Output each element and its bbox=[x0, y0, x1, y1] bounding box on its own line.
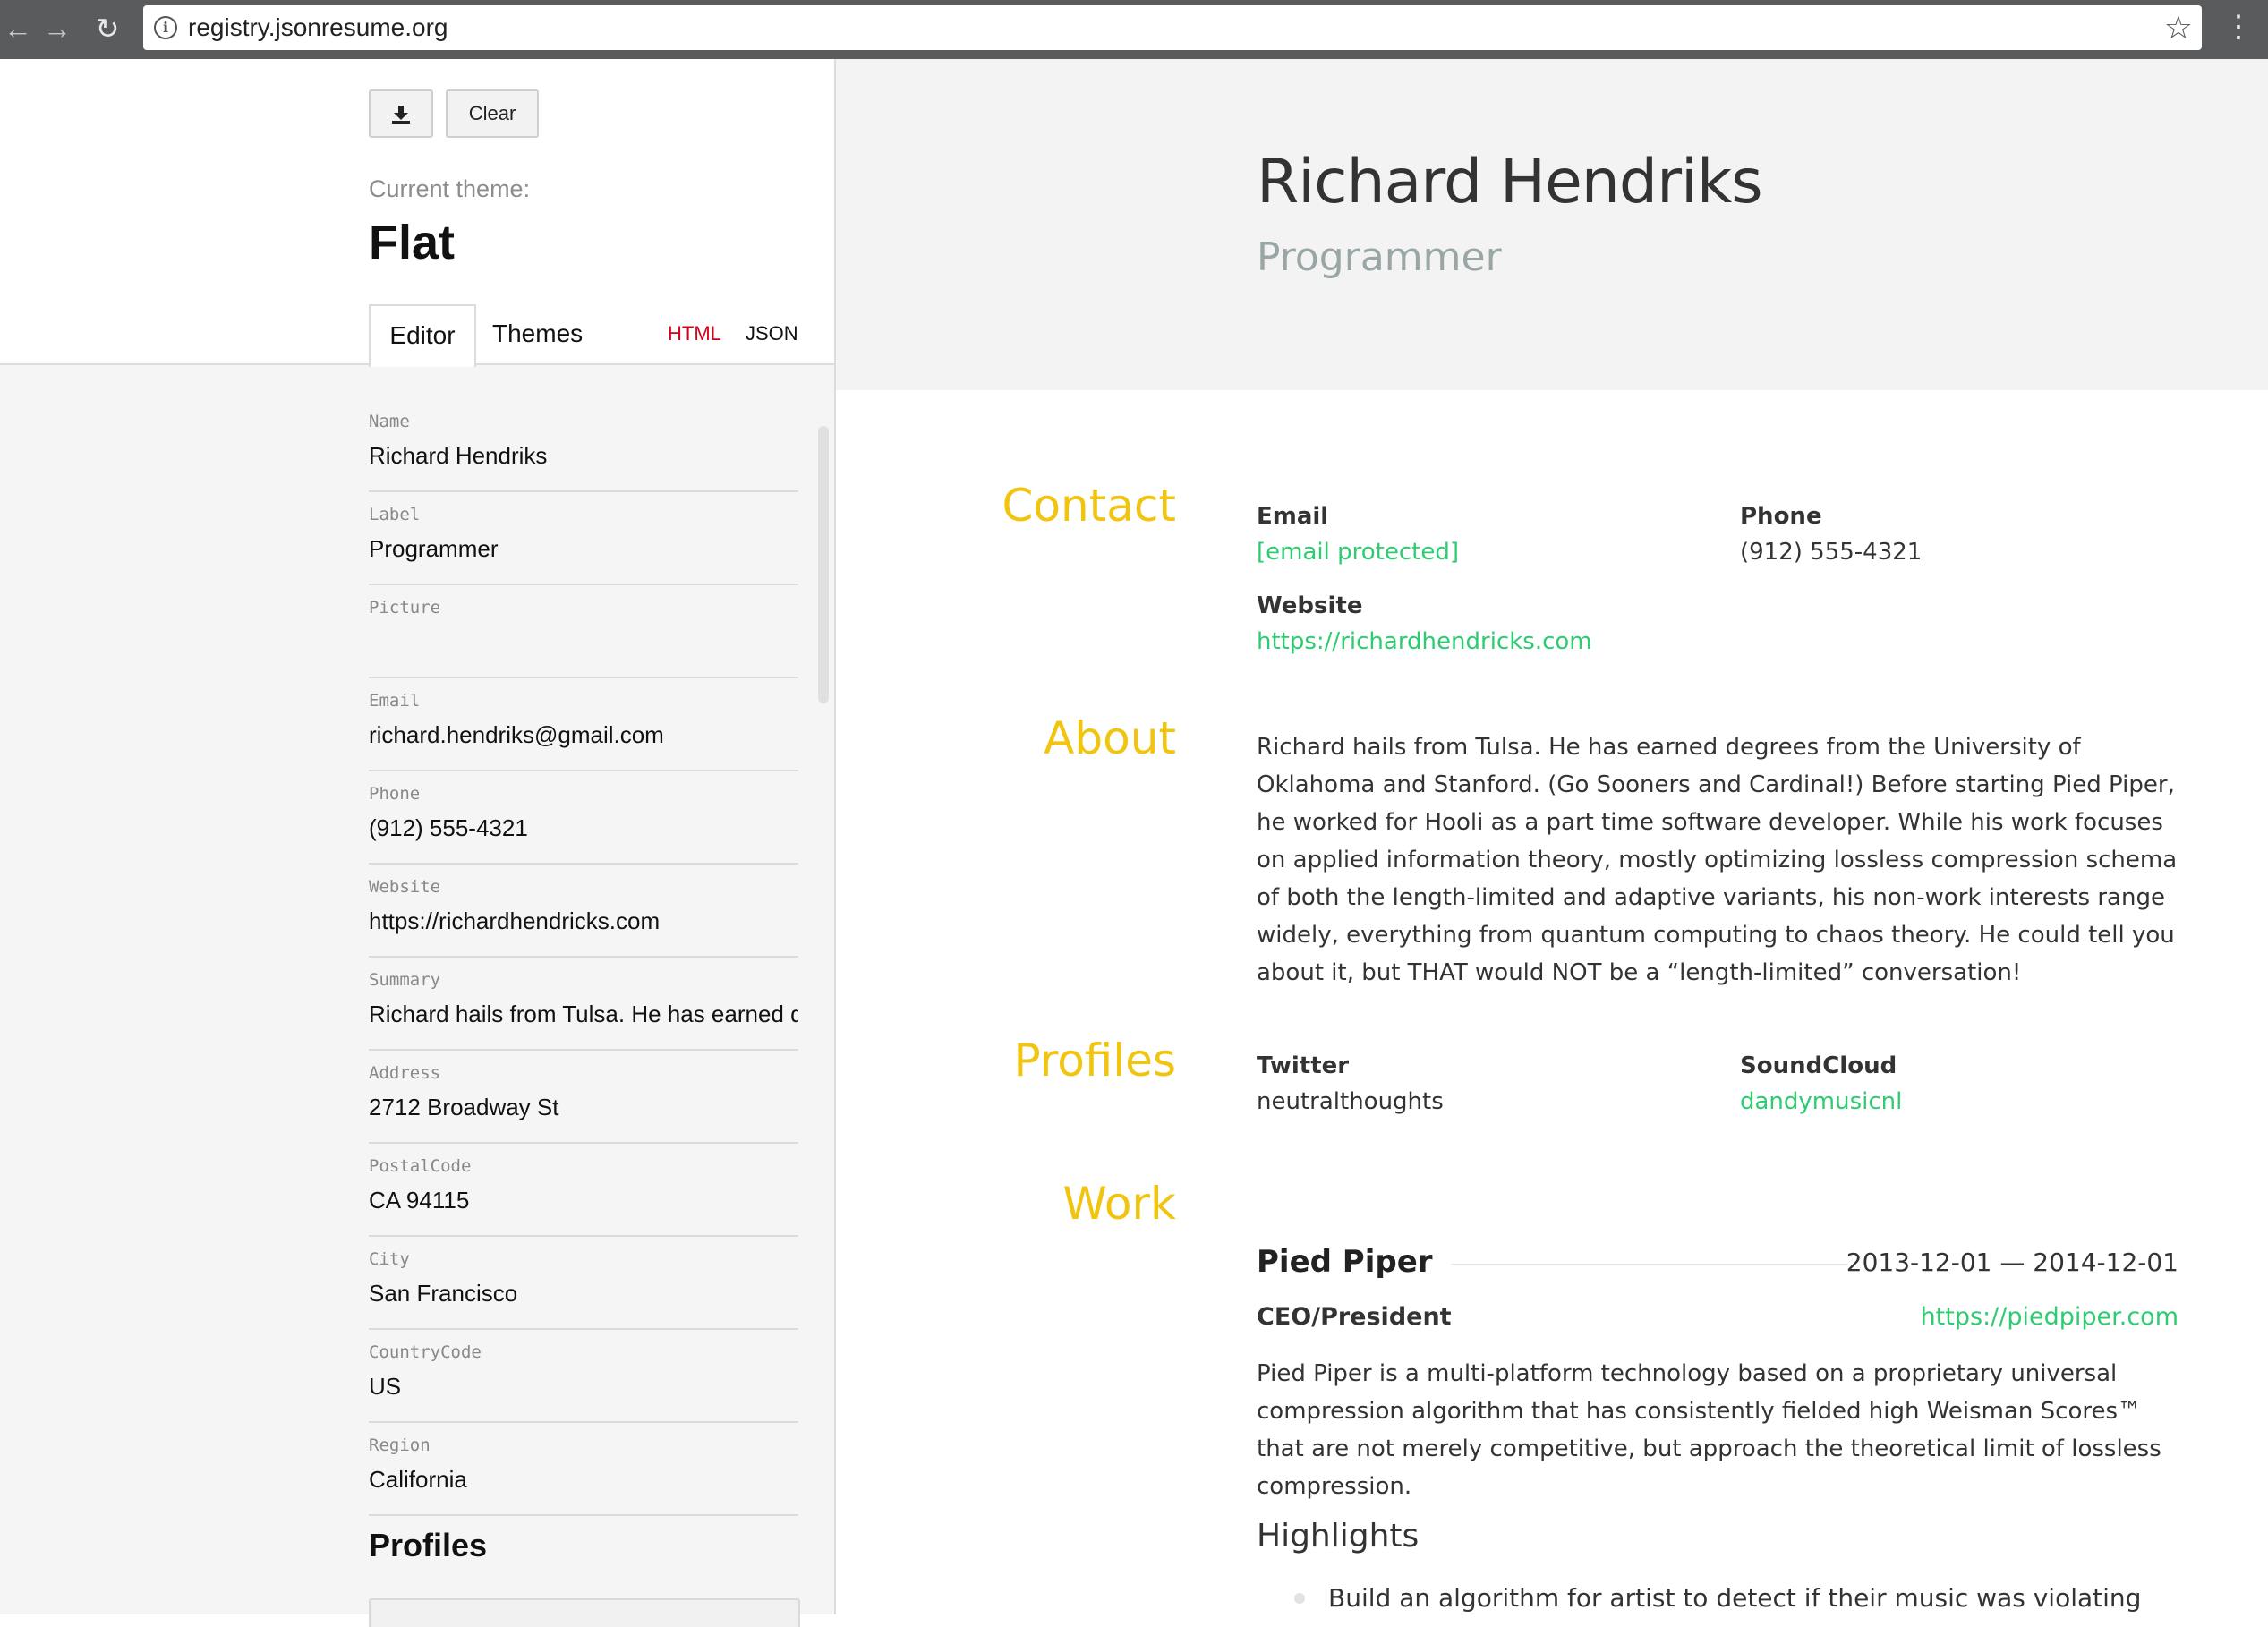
current-theme-name: Flat bbox=[369, 216, 456, 269]
field-input[interactable]: richard.hendriks@gmail.com bbox=[369, 721, 798, 749]
clear-button[interactable]: Clear bbox=[446, 89, 539, 138]
field-input[interactable]: https://richardhendricks.com bbox=[369, 907, 798, 935]
info-icon[interactable]: i bbox=[154, 16, 177, 39]
highlight-item: Build an algorithm for artist to detect … bbox=[1328, 1583, 2142, 1613]
section-title-work: Work bbox=[1062, 1178, 1176, 1230]
field-label: Phone bbox=[369, 784, 421, 804]
resume-label: Programmer bbox=[1257, 234, 1502, 280]
editor-form: Name Richard Hendriks Label Programmer P… bbox=[369, 399, 798, 1516]
field-region[interactable]: Region California bbox=[369, 1423, 798, 1516]
work-summary: Pied Piper is a multi-platform technolog… bbox=[1257, 1360, 2161, 1500]
resume-name: Richard Hendriks bbox=[1257, 147, 1763, 217]
field-label: Website bbox=[369, 877, 441, 897]
browser-toolbar: ← → ↻ i registry.jsonresume.org ☆ ⋮ bbox=[0, 0, 2268, 59]
highlights-heading: Highlights bbox=[1257, 1518, 1420, 1555]
work-position: CEO/President bbox=[1257, 1303, 1452, 1331]
menu-dots-icon[interactable]: ⋮ bbox=[2223, 9, 2254, 45]
work-dates: 2013-12-01 — 2014-12-01 bbox=[1846, 1248, 2178, 1277]
field-input[interactable]: San Francisco bbox=[369, 1280, 798, 1308]
field-label: Address bbox=[369, 1063, 441, 1083]
field-input[interactable]: Richard hails from Tulsa. He has earned … bbox=[369, 1001, 798, 1028]
contact-email-label: Email bbox=[1257, 503, 1329, 530]
profile-network: Twitter bbox=[1257, 1052, 1350, 1079]
field-label: Label bbox=[369, 505, 421, 524]
tab-html[interactable]: HTML bbox=[668, 304, 721, 363]
field-website[interactable]: Website https://richardhendricks.com bbox=[369, 865, 798, 958]
download-icon bbox=[392, 106, 410, 124]
field-address[interactable]: Address 2712 Broadway St bbox=[369, 1051, 798, 1144]
field-label: City bbox=[369, 1249, 410, 1269]
bullet-icon bbox=[1294, 1593, 1305, 1604]
contact-phone-label: Phone bbox=[1740, 503, 1822, 530]
field-input[interactable]: Programmer bbox=[369, 535, 798, 563]
field-input[interactable]: US bbox=[369, 1373, 798, 1401]
url-text[interactable]: registry.jsonresume.org bbox=[188, 13, 448, 42]
tab-editor[interactable]: Editor bbox=[369, 304, 476, 367]
work-company: Pied Piper bbox=[1257, 1244, 1451, 1280]
field-label: Summary bbox=[369, 970, 441, 990]
current-theme-caption: Current theme: bbox=[369, 175, 531, 202]
editor-header: Clear Current theme: Flat Editor Themes … bbox=[0, 59, 834, 367]
field-input[interactable]: Richard Hendriks bbox=[369, 442, 798, 470]
field-phone[interactable]: Phone (912) 555-4321 bbox=[369, 771, 798, 865]
profiles-heading: Profiles bbox=[369, 1527, 488, 1563]
resume-preview: Richard Hendriks Programmer Contact Emai… bbox=[836, 59, 2268, 1614]
about-text: Richard hails from Tulsa. He has earned … bbox=[1257, 734, 2178, 986]
contact-email-link[interactable]: [email protected] bbox=[1257, 539, 1459, 566]
field-label: Region bbox=[369, 1435, 431, 1455]
field-label: Name bbox=[369, 412, 410, 431]
field-input[interactable]: California bbox=[369, 1466, 798, 1494]
address-bar[interactable]: i registry.jsonresume.org ☆ bbox=[143, 5, 2202, 50]
field-city[interactable]: City San Francisco bbox=[369, 1237, 798, 1330]
work-website-link[interactable]: https://piedpiper.com bbox=[1921, 1303, 2178, 1331]
contact-website-label: Website bbox=[1257, 592, 1363, 619]
field-label: CountryCode bbox=[369, 1342, 482, 1362]
field-picture[interactable]: Picture bbox=[369, 585, 798, 678]
reload-icon[interactable]: ↻ bbox=[90, 11, 125, 47]
field-country-code[interactable]: CountryCode US bbox=[369, 1330, 798, 1423]
profile-username-link[interactable]: dandymusicnl bbox=[1740, 1088, 1902, 1115]
field-label: Email bbox=[369, 691, 421, 711]
field-label: PostalCode bbox=[369, 1156, 472, 1176]
field-name[interactable]: Name Richard Hendriks bbox=[369, 399, 798, 492]
star-icon[interactable]: ☆ bbox=[2164, 9, 2193, 47]
field-summary[interactable]: Summary Richard hails from Tulsa. He has… bbox=[369, 958, 798, 1051]
editor-scrollbar[interactable] bbox=[818, 426, 829, 703]
field-label-title[interactable]: Label Programmer bbox=[369, 492, 798, 585]
contact-website-link[interactable]: https://richardhendricks.com bbox=[1257, 628, 1592, 655]
section-title-profiles: Profiles bbox=[1013, 1035, 1176, 1086]
field-label: Picture bbox=[369, 598, 441, 618]
field-input[interactable]: (912) 555-4321 bbox=[369, 814, 798, 842]
resume-header: Richard Hendriks Programmer bbox=[836, 59, 2268, 390]
field-input[interactable]: CA 94115 bbox=[369, 1187, 798, 1214]
forward-arrow-icon[interactable]: → bbox=[39, 11, 75, 47]
tab-json[interactable]: JSON bbox=[746, 304, 798, 363]
field-postal-code[interactable]: PostalCode CA 94115 bbox=[369, 1144, 798, 1237]
profile-username: neutralthoughts bbox=[1257, 1088, 1444, 1115]
field-email[interactable]: Email richard.hendriks@gmail.com bbox=[369, 678, 798, 771]
profile-network: SoundCloud bbox=[1740, 1052, 1897, 1079]
section-title-contact: Contact bbox=[1002, 480, 1176, 532]
profiles-editor-box[interactable] bbox=[369, 1598, 800, 1627]
field-input[interactable]: 2712 Broadway St bbox=[369, 1094, 798, 1121]
contact-phone-value: (912) 555-4321 bbox=[1740, 539, 1923, 566]
editor-panel: Clear Current theme: Flat Editor Themes … bbox=[0, 59, 836, 1627]
section-title-about: About bbox=[1044, 712, 1176, 764]
tab-themes[interactable]: Themes bbox=[492, 304, 583, 363]
back-arrow-icon[interactable]: ← bbox=[0, 11, 36, 47]
download-button[interactable] bbox=[369, 89, 433, 138]
